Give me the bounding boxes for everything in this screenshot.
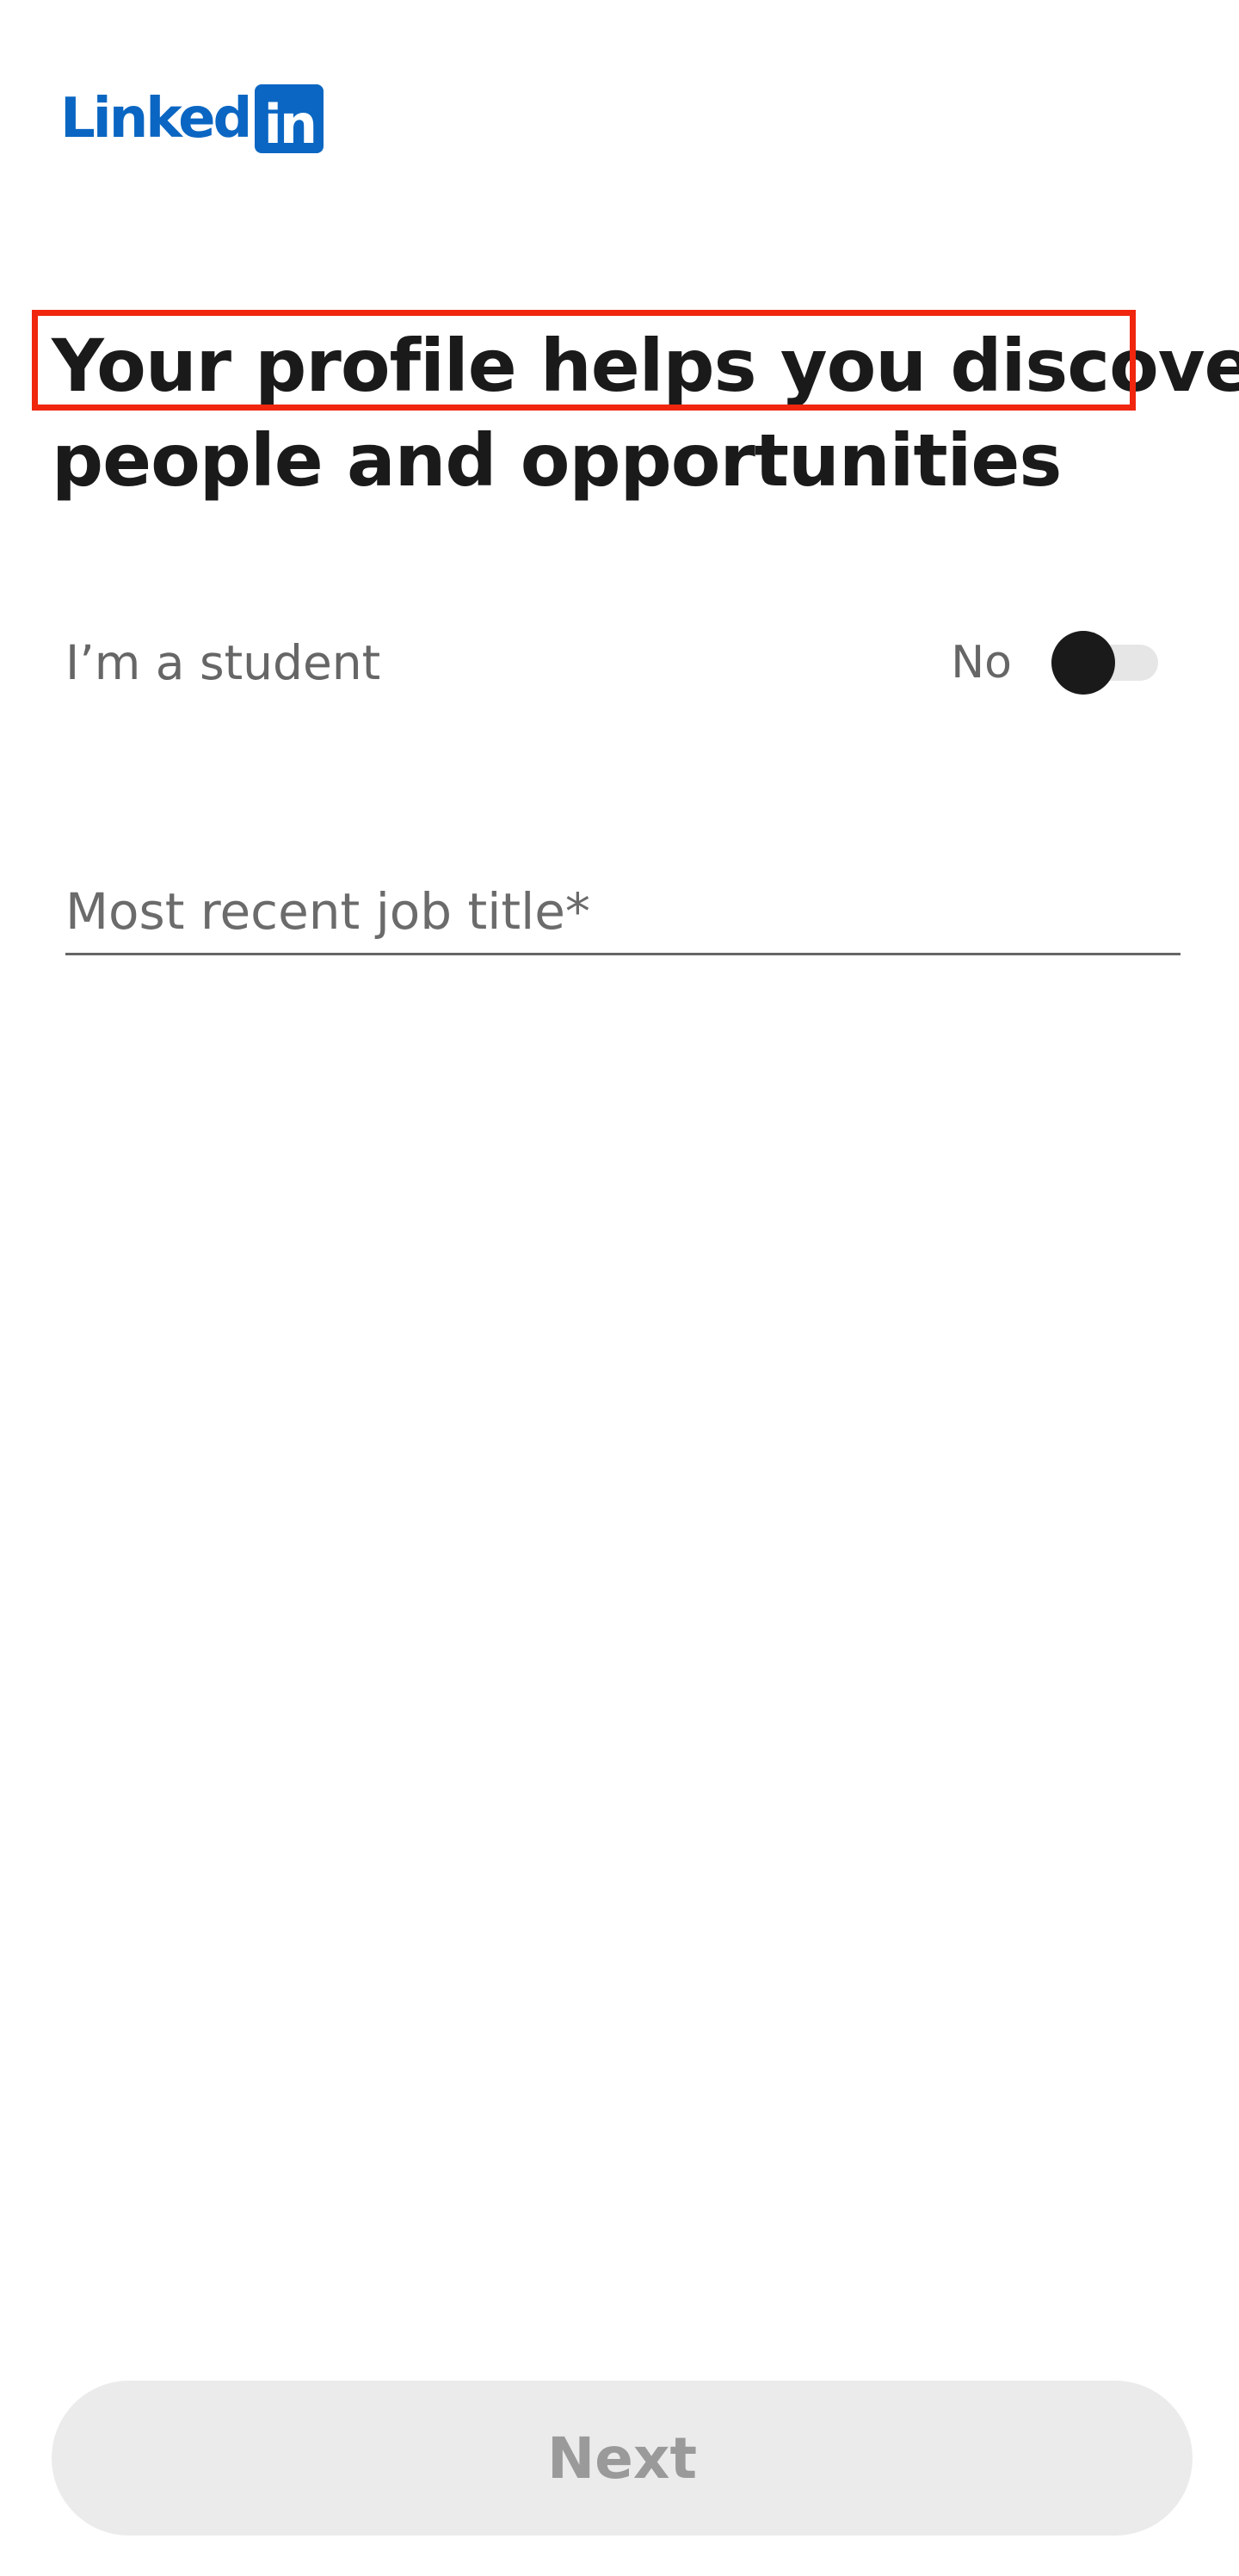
- job-title-input[interactable]: [65, 869, 1180, 955]
- linkedin-logo: Linked in: [60, 84, 324, 153]
- highlight-box: [32, 310, 1136, 411]
- logo-in-badge: in: [255, 84, 324, 153]
- student-toggle-switch[interactable]: [1051, 631, 1158, 695]
- page-title-line-2: people and opportunities: [52, 418, 1062, 503]
- toggle-knob: [1051, 631, 1115, 695]
- student-label: I’m a student: [65, 635, 381, 690]
- logo-wordmark: Linked: [60, 87, 252, 151]
- toggle-state-text: No: [951, 637, 1012, 689]
- student-toggle-row[interactable]: I’m a student No: [65, 628, 1158, 697]
- next-button[interactable]: Next: [52, 2381, 1193, 2536]
